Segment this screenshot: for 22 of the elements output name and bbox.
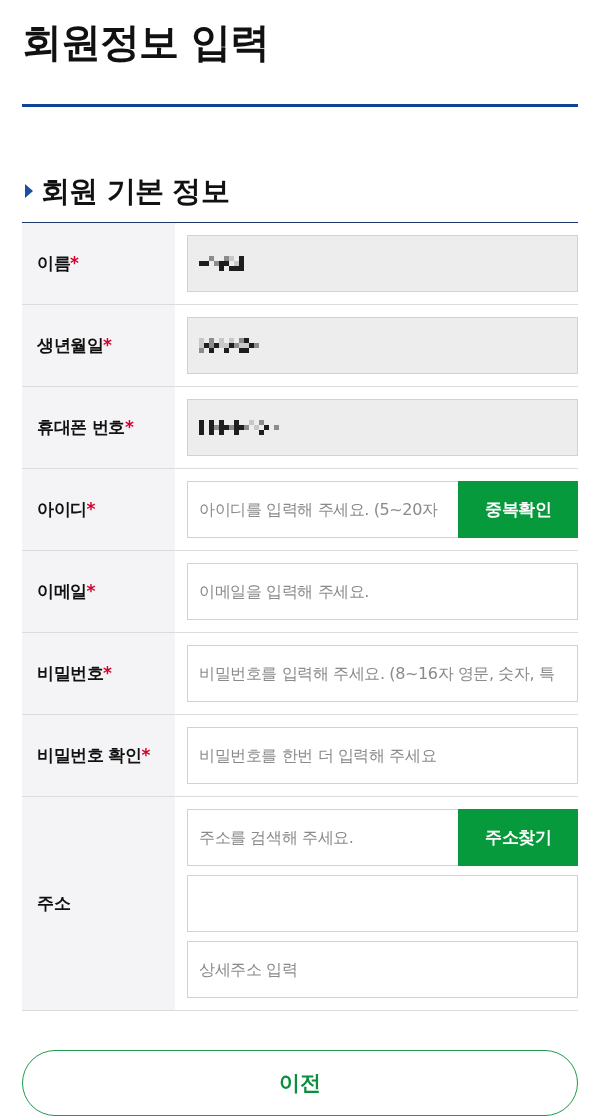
input-field[interactable]: 아이디를 입력해 주세요. (5~20자 xyxy=(187,481,458,538)
field-label: 비밀번호* xyxy=(37,662,112,685)
triangle-icon xyxy=(25,184,33,198)
field-label: 주소 xyxy=(37,892,70,915)
field-label: 휴대폰 번호* xyxy=(37,416,134,439)
field-label: 이름* xyxy=(37,252,79,275)
input-field[interactable]: 이메일을 입력해 주세요. xyxy=(187,563,578,620)
section-title: 회원 기본 정보 xyxy=(41,174,229,208)
pixelated-text-drawing xyxy=(199,338,259,353)
input-field[interactable]: 비밀번호를 한번 더 입력해 주세요 xyxy=(187,727,578,784)
input-field[interactable]: 주소를 검색해 주세요. xyxy=(187,809,458,866)
previous-button[interactable]: 이전 xyxy=(22,1050,578,1116)
field-label: 이메일* xyxy=(37,580,95,603)
action-button[interactable]: 주소찾기 xyxy=(458,809,578,866)
action-button[interactable]: 중복확인 xyxy=(458,481,578,538)
page-title: 회원정보 입력 xyxy=(22,18,270,67)
input-field[interactable]: 비밀번호를 입력해 주세요. (8~16자 영문, 숫자, 특 xyxy=(187,645,578,702)
field-label: 생년월일* xyxy=(37,334,112,357)
input-field[interactable] xyxy=(187,875,578,932)
field-label: 비밀번호 확인* xyxy=(37,744,150,767)
field-label: 아이디* xyxy=(37,498,95,521)
input-field[interactable]: 상세주소 입력 xyxy=(187,941,578,998)
